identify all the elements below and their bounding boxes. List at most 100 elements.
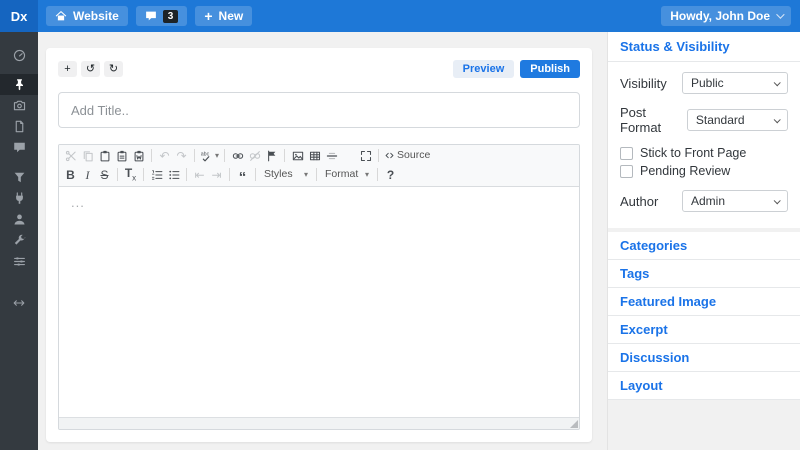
home-icon — [55, 10, 67, 22]
post-format-field: Post Format Standard — [620, 105, 788, 135]
about-button[interactable]: ? — [382, 167, 399, 183]
comments-count-badge: 3 — [163, 10, 179, 23]
website-button[interactable]: Website — [46, 6, 128, 26]
author-select[interactable]: Admin — [682, 190, 788, 212]
indent-button[interactable]: ⇥ — [208, 167, 225, 183]
toolbar-separator — [229, 168, 230, 181]
panel-tags[interactable]: Tags — [608, 260, 800, 288]
resize-grip[interactable] — [570, 420, 578, 428]
sidebar-item-appearance[interactable] — [0, 167, 38, 188]
checkbox-icon[interactable] — [620, 165, 633, 178]
panel-featured-image[interactable]: Featured Image — [608, 288, 800, 316]
panel-excerpt[interactable]: Excerpt — [608, 316, 800, 344]
sidebar-item-media[interactable] — [0, 95, 38, 116]
chevron-down-icon: ▾ — [215, 152, 219, 160]
strikethrough-icon: S — [100, 169, 108, 181]
panel-layout[interactable]: Layout — [608, 372, 800, 400]
editor-content-area[interactable]: ... — [59, 187, 579, 417]
paste-from-word-button[interactable] — [130, 148, 147, 164]
comments-button[interactable]: 3 — [136, 6, 188, 26]
sidebar-item-pages[interactable] — [0, 116, 38, 137]
maximize-icon — [360, 150, 372, 162]
sidebar-item-settings[interactable] — [0, 251, 38, 272]
copy-icon — [82, 150, 94, 162]
sidebar-item-collapse-menu[interactable] — [0, 292, 38, 313]
strikethrough-button[interactable]: S — [96, 167, 113, 183]
styles-dropdown[interactable]: Styles▾ — [260, 167, 312, 183]
format-dropdown[interactable]: Format▾ — [321, 167, 373, 183]
account-menu-button[interactable]: Howdy, John Doe — [661, 6, 791, 26]
source-icon — [384, 150, 395, 161]
chevron-down-icon — [774, 116, 781, 123]
paste-icon — [99, 150, 111, 162]
chevron-down-icon — [774, 197, 781, 204]
editor-header: + ↺ ↻ Preview Publish — [58, 60, 580, 78]
stick-to-front-page-checkbox-row[interactable]: Stick to Front Page — [620, 146, 788, 160]
checkbox-icon[interactable] — [620, 147, 633, 160]
camera-icon — [13, 99, 26, 112]
sidebar-item-posts[interactable] — [0, 74, 38, 95]
paste-plain-text-button[interactable] — [113, 148, 130, 164]
settings-panel: Status & Visibility Visibility Public Po… — [607, 32, 800, 450]
bold-button[interactable]: B — [62, 167, 79, 183]
outdent-button[interactable]: ⇤ — [191, 167, 208, 183]
undo-button[interactable]: ↺ — [81, 61, 100, 77]
remove-format-icon: Tx — [125, 167, 136, 182]
redo-button[interactable]: ↻ — [104, 61, 123, 77]
copy-button[interactable] — [79, 148, 96, 164]
numbered-list-icon — [151, 169, 163, 181]
indent-icon: ⇥ — [211, 169, 221, 181]
post-title-input[interactable] — [58, 92, 580, 128]
horizontal-rule-button[interactable] — [323, 148, 340, 164]
panel-status-visibility[interactable]: Status & Visibility — [608, 32, 800, 62]
publish-button[interactable]: Publish — [520, 60, 580, 78]
visibility-select[interactable]: Public — [682, 72, 788, 94]
sidebar-item-tools[interactable] — [0, 230, 38, 251]
anchor-icon — [266, 150, 278, 162]
toolbar-separator — [194, 149, 195, 162]
source-button[interactable]: Source — [383, 148, 431, 164]
special-character-button[interactable] — [340, 148, 357, 164]
author-field: Author Admin — [620, 190, 788, 212]
bulleted-list-button[interactable] — [165, 167, 182, 183]
italic-button[interactable]: I — [79, 167, 96, 183]
redo-button[interactable]: ↷ — [173, 148, 190, 164]
table-button[interactable] — [306, 148, 323, 164]
wrench-icon — [13, 234, 26, 247]
pending-review-checkbox-row[interactable]: Pending Review — [620, 164, 788, 178]
post-format-select[interactable]: Standard — [687, 109, 788, 131]
sidebar-item-comments[interactable] — [0, 137, 38, 158]
sidebar-item-plugins[interactable] — [0, 188, 38, 209]
sliders-icon — [13, 255, 26, 268]
numbered-list-button[interactable] — [148, 167, 165, 183]
image-button[interactable] — [289, 148, 306, 164]
account-label: Howdy, John Doe — [670, 9, 770, 23]
anchor-button[interactable] — [263, 148, 280, 164]
unlink-button[interactable] — [246, 148, 263, 164]
sidebar-item-users[interactable] — [0, 209, 38, 230]
preview-button[interactable]: Preview — [453, 60, 515, 78]
add-block-button[interactable]: + — [58, 61, 77, 77]
panel-discussion[interactable]: Discussion — [608, 344, 800, 372]
spell-check-button[interactable]: abc▾ — [199, 148, 220, 164]
link-icon — [232, 150, 244, 162]
image-icon — [292, 150, 304, 162]
undo-button[interactable]: ↶ — [156, 148, 173, 164]
chevron-down-icon — [774, 79, 781, 86]
new-button[interactable]: + New — [195, 6, 252, 26]
maximize-button[interactable] — [357, 148, 374, 164]
blockquote-button[interactable]: “ — [234, 167, 251, 183]
document-icon — [13, 120, 26, 133]
brand-logo[interactable]: Dx — [0, 0, 38, 32]
plug-icon — [13, 192, 26, 205]
post-editor-card: + ↺ ↻ Preview Publish ↶↷ abc▾ Source BIS Tx… — [46, 48, 592, 442]
sidebar-item-dashboard[interactable] — [0, 45, 38, 66]
comment-icon — [13, 141, 26, 154]
post-format-label: Post Format — [620, 105, 687, 135]
cut-button[interactable] — [62, 148, 79, 164]
editor-toolbar: ↶↷ abc▾ Source BIS Tx ⇤⇥ “ Styles▾ Format▾? — [59, 145, 579, 187]
remove-format-button[interactable]: Tx — [122, 167, 139, 183]
panel-categories[interactable]: Categories — [608, 232, 800, 260]
link-button[interactable] — [229, 148, 246, 164]
paste-button[interactable] — [96, 148, 113, 164]
